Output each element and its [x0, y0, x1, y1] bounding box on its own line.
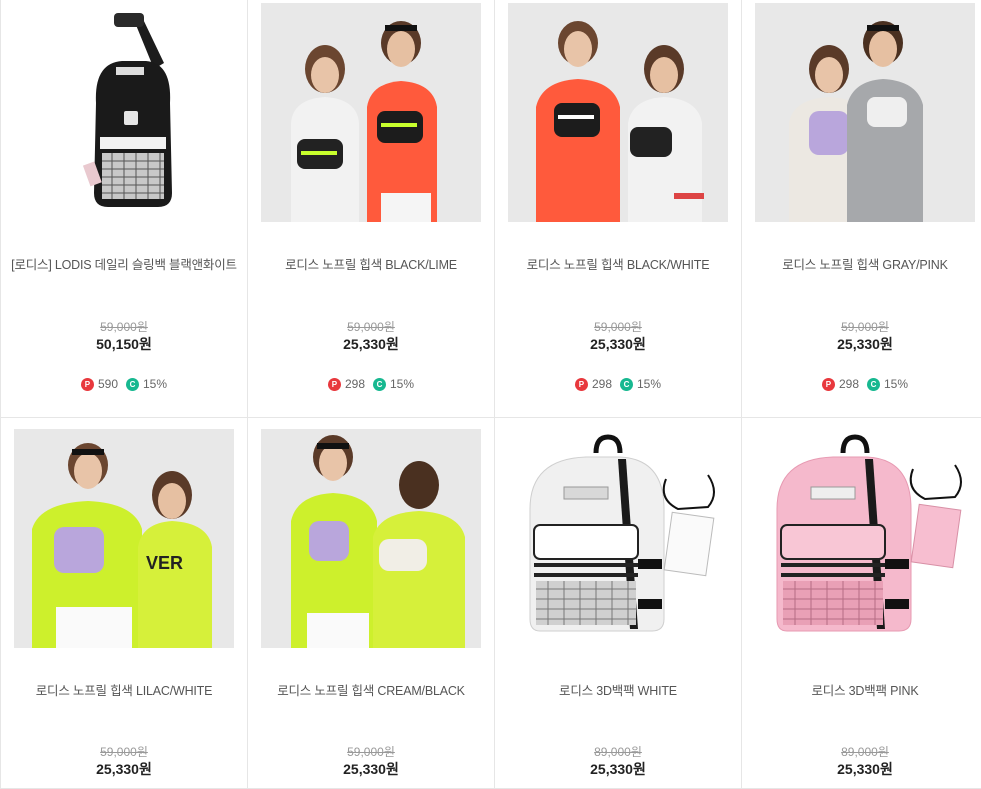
- point-badge-icon: P: [574, 377, 588, 391]
- product-image[interactable]: [508, 429, 728, 648]
- sale-price: 25,330원: [96, 761, 152, 777]
- product-name[interactable]: [로디스] LODIS 데일리 슬링백 블랙앤화이트: [1, 254, 247, 273]
- product-image[interactable]: [755, 3, 975, 222]
- product-name[interactable]: 로디스 노프릴 힙색 CREAM/BLACK: [248, 680, 494, 699]
- sale-price: 50,150원: [96, 336, 152, 352]
- sale-price: 25,330원: [343, 336, 399, 352]
- product-name[interactable]: 로디스 노프릴 힙색 GRAY/PINK: [742, 254, 981, 273]
- points-value: 298: [838, 377, 859, 391]
- original-price: 59,000원: [841, 320, 889, 334]
- benefits: P 298 C 15%: [742, 377, 981, 391]
- product-name[interactable]: 로디스 3D백팩 PINK: [742, 680, 981, 699]
- product-image[interactable]: [755, 429, 975, 648]
- original-price: 59,000원: [347, 745, 395, 759]
- coupon-badge-icon: C: [620, 377, 633, 391]
- product-card[interactable]: 로디스 노프릴 힙색 GRAY/PINK 59,000원 25,330원 P 2…: [742, 0, 981, 418]
- original-price: 59,000원: [347, 320, 395, 334]
- coupon-value: 15%: [390, 377, 415, 391]
- product-image[interactable]: [261, 429, 481, 648]
- product-image[interactable]: [508, 3, 728, 222]
- points-value: 298: [344, 377, 365, 391]
- benefits: P 298 C 15%: [248, 377, 494, 391]
- product-card[interactable]: 로디스 노프릴 힙색 CREAM/BLACK 59,000원 25,330원: [248, 418, 495, 789]
- original-price: 89,000원: [841, 745, 889, 759]
- product-name[interactable]: 로디스 노프릴 힙색 LILAC/WHITE: [1, 680, 247, 699]
- product-grid: [로디스] LODIS 데일리 슬링백 블랙앤화이트 59,000원 50,15…: [0, 0, 981, 789]
- point-badge-icon: P: [80, 377, 94, 391]
- coupon-badge-icon: C: [867, 377, 880, 391]
- coupon-value: 15%: [143, 377, 168, 391]
- coupon-badge-icon: C: [373, 377, 386, 391]
- product-image[interactable]: VER: [14, 429, 234, 648]
- sale-price: 25,330원: [590, 336, 646, 352]
- point-badge-icon: P: [821, 377, 835, 391]
- coupon-value: 15%: [637, 377, 662, 391]
- product-card[interactable]: 로디스 노프릴 힙색 BLACK/LIME 59,000원 25,330원 P …: [248, 0, 495, 418]
- product-card[interactable]: 로디스 3D백팩 WHITE 89,000원 25,330원: [495, 418, 742, 789]
- product-card[interactable]: [로디스] LODIS 데일리 슬링백 블랙앤화이트 59,000원 50,15…: [1, 0, 248, 418]
- svg-text:VER: VER: [146, 553, 183, 573]
- point-badge-icon: P: [327, 377, 341, 391]
- product-name[interactable]: 로디스 노프릴 힙색 BLACK/WHITE: [495, 254, 741, 273]
- coupon-value: 15%: [884, 377, 909, 391]
- benefits: P 298 C 15%: [495, 377, 741, 391]
- product-card[interactable]: 로디스 노프릴 힙색 BLACK/WHITE 59,000원 25,330원 P…: [495, 0, 742, 418]
- original-price: 59,000원: [594, 320, 642, 334]
- original-price: 59,000원: [100, 320, 148, 334]
- original-price: 89,000원: [594, 745, 642, 759]
- sale-price: 25,330원: [343, 761, 399, 777]
- points-value: 298: [591, 377, 612, 391]
- points-value: 590: [97, 377, 118, 391]
- original-price: 59,000원: [100, 745, 148, 759]
- sale-price: 25,330원: [837, 761, 893, 777]
- sale-price: 25,330원: [590, 761, 646, 777]
- coupon-badge-icon: C: [126, 377, 139, 391]
- benefits: P 590 C 15%: [1, 377, 247, 391]
- product-image[interactable]: [14, 3, 234, 222]
- product-card[interactable]: 로디스 3D백팩 PINK 89,000원 25,330원: [742, 418, 981, 789]
- product-image[interactable]: [261, 3, 481, 222]
- product-name[interactable]: 로디스 3D백팩 WHITE: [495, 680, 741, 699]
- sale-price: 25,330원: [837, 336, 893, 352]
- product-card[interactable]: VER 로디스 노프릴 힙색 LILAC/WHITE 59,000원 25,33…: [1, 418, 248, 789]
- product-name[interactable]: 로디스 노프릴 힙색 BLACK/LIME: [248, 254, 494, 273]
